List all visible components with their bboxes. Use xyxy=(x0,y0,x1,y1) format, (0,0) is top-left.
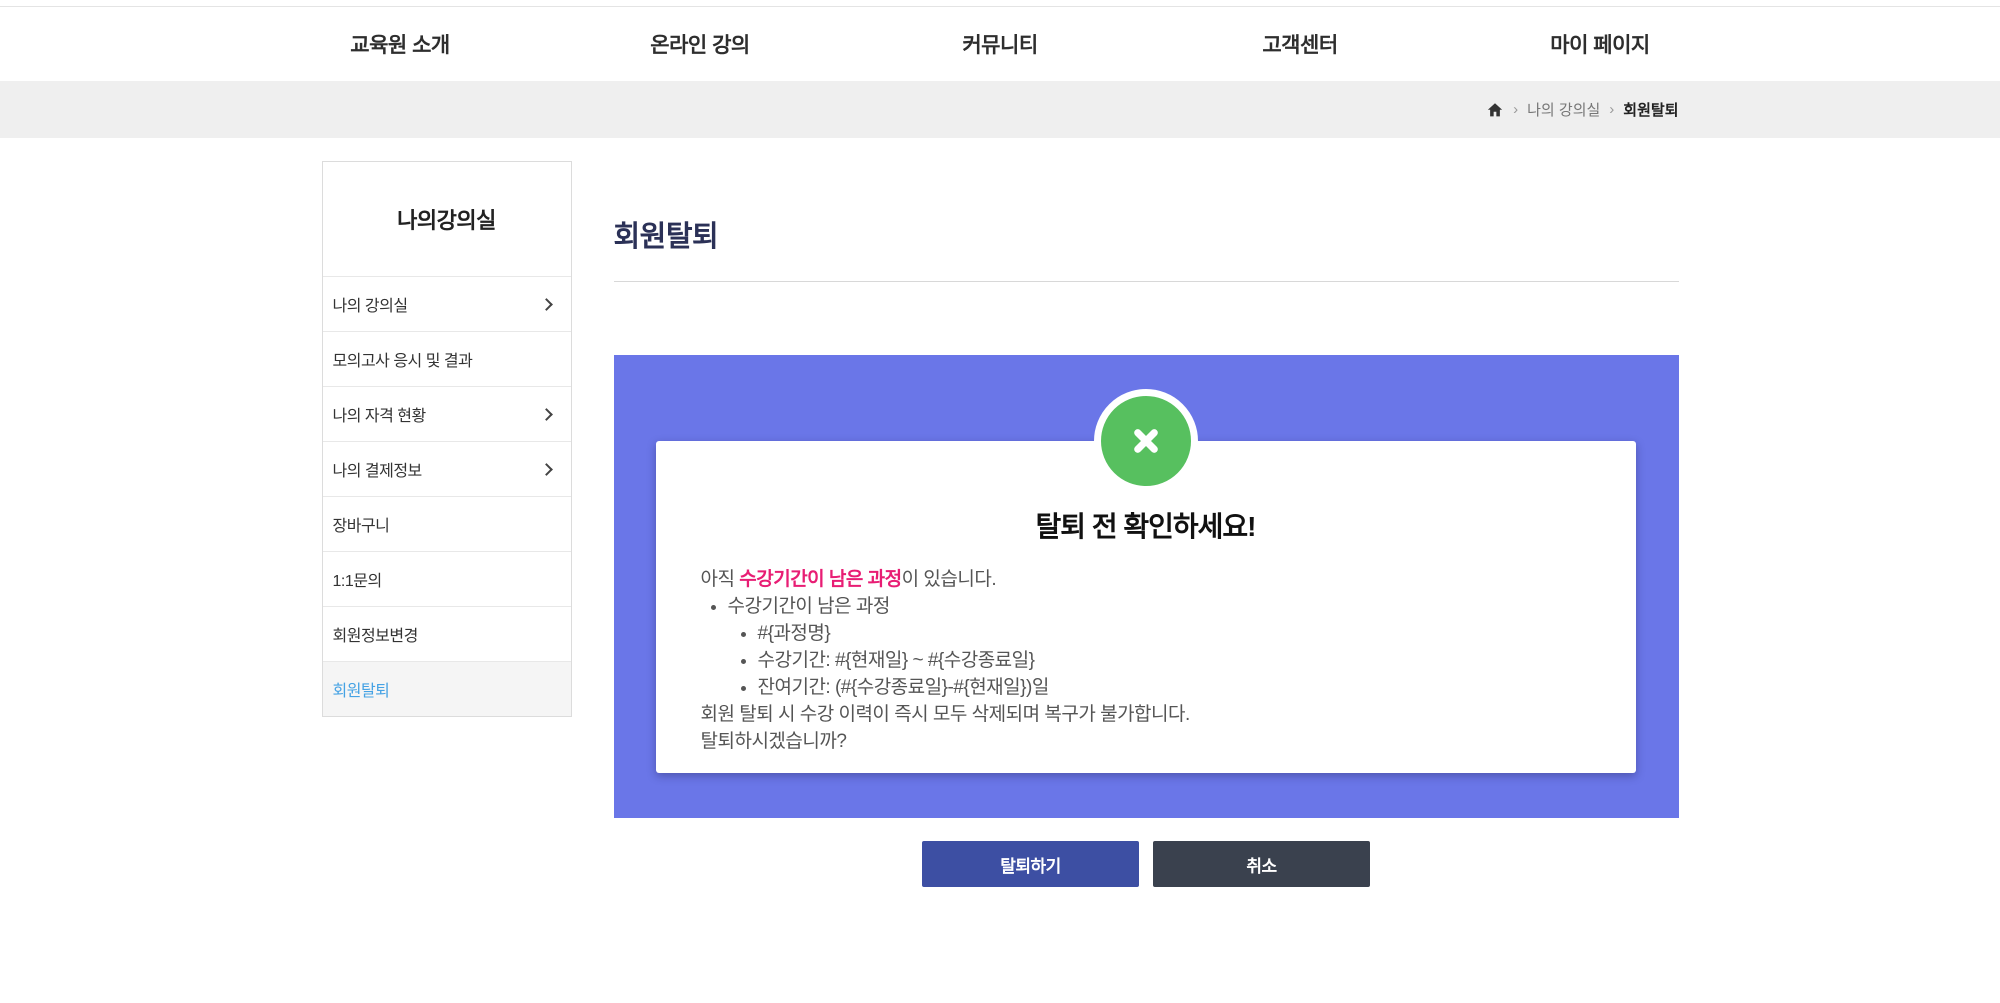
modal-question-line: 탈퇴하시겠습니까? xyxy=(700,731,847,752)
page-title: 회원탈퇴 xyxy=(613,221,719,253)
breadcrumb-item-classroom[interactable]: 나의 강의실 xyxy=(1527,99,1600,120)
chevron-right-icon xyxy=(539,297,553,311)
remaining-course-list-item: 수강기간이 남은 과정 #{과정명}수강기간: #{현재일} ~ #{수강종료일… xyxy=(728,593,1596,701)
sidebar-item-1[interactable]: 모의고사 응시 및 결과 xyxy=(322,331,571,386)
sidebar-item-2[interactable]: 나의 자격 현황 xyxy=(322,386,571,441)
sidebar-item-label: 나의 강의실 xyxy=(332,298,409,315)
modal-body: 아직 수강기간이 남은 과정이 있습니다. 수강기간이 남은 과정 #{과정명}… xyxy=(701,566,1596,755)
nav-item-1[interactable]: 온라인 강의 xyxy=(550,29,850,59)
action-buttons: 탈퇴하기 취소 xyxy=(614,841,1679,887)
nav-item-0[interactable]: 교육원 소개 xyxy=(250,29,550,59)
nav-item-2[interactable]: 커뮤니티 xyxy=(850,29,1150,59)
sidebar-item-label: 장바구니 xyxy=(332,518,390,535)
chevron-right-icon xyxy=(539,462,553,476)
home-icon[interactable] xyxy=(1486,101,1504,119)
withdraw-confirm-panel: 탈퇴 전 확인하세요! 아직 수강기간이 남은 과정이 있습니다. 수강기간이 … xyxy=(613,355,1679,818)
cancel-button[interactable]: 취소 xyxy=(1153,841,1370,887)
chevron-right-icon xyxy=(539,407,553,421)
sidebar-item-label: 회원정보변경 xyxy=(332,628,419,645)
main-navigation: 교육원 소개 온라인 강의 커뮤니티 고객센터 마이 페이지 xyxy=(0,7,2000,81)
sidebar: 나의강의실 나의 강의실모의고사 응시 및 결과나의 자격 현황나의 결제정보장… xyxy=(321,161,572,717)
course-detail-item: 잔여기간: (#{수강종료일}-#{현재일})일 xyxy=(758,674,1596,701)
cancel-x-icon xyxy=(1093,389,1198,493)
remaining-course-highlight: 수강기간이 남은 과정 xyxy=(739,569,902,590)
sidebar-item-label: 회원탈퇴 xyxy=(332,683,390,700)
sidebar-item-label: 모의고사 응시 및 결과 xyxy=(332,353,473,370)
sidebar-item-7[interactable]: 회원탈퇴 xyxy=(322,661,571,716)
course-detail-item: #{과정명} xyxy=(758,620,1596,647)
sidebar-item-3[interactable]: 나의 결제정보 xyxy=(322,441,571,496)
nav-item-3[interactable]: 고객센터 xyxy=(1150,29,1450,59)
sidebar-item-label: 나의 자격 현황 xyxy=(332,408,427,425)
content-area: 나의강의실 나의 강의실모의고사 응시 및 결과나의 자격 현황나의 결제정보장… xyxy=(321,161,1679,887)
sidebar-item-label: 나의 결제정보 xyxy=(332,463,423,480)
sidebar-header: 나의강의실 xyxy=(323,162,571,276)
sidebar-item-5[interactable]: 1:1문의 xyxy=(322,551,571,606)
top-hairline-bar xyxy=(0,0,2000,7)
nav-item-4[interactable]: 마이 페이지 xyxy=(1450,29,1750,59)
withdraw-confirm-modal: 탈퇴 전 확인하세요! 아직 수강기간이 남은 과정이 있습니다. 수강기간이 … xyxy=(655,389,1636,773)
sidebar-item-4[interactable]: 장바구니 xyxy=(322,496,571,551)
remaining-course-list: 수강기간이 남은 과정 #{과정명}수강기간: #{현재일} ~ #{수강종료일… xyxy=(701,593,1596,701)
breadcrumb: › 나의 강의실 › 회원탈퇴 xyxy=(322,81,1679,138)
sidebar-items-container: 나의 강의실모의고사 응시 및 결과나의 자격 현황나의 결제정보장바구니 1:1… xyxy=(322,276,571,716)
nav-items-container: 교육원 소개 온라인 강의 커뮤니티 고객센터 마이 페이지 xyxy=(250,7,1750,81)
sidebar-item-label: 1:1문의 xyxy=(332,573,383,590)
sidebar-item-6[interactable]: 회원정보변경 xyxy=(322,606,571,661)
breadcrumb-item-current: 회원탈퇴 xyxy=(1623,102,1679,119)
course-detail-item: 수강기간: #{현재일} ~ #{수강종료일} xyxy=(758,647,1596,674)
main-panel: 회원탈퇴 탈퇴 전 확인하세요! 아직 수강기간이 남은 과정이 있습니다. 수… xyxy=(613,161,1679,887)
modal-heading: 탈퇴 전 확인하세요! xyxy=(1035,511,1257,542)
course-detail-list: #{과정명}수강기간: #{현재일} ~ #{수강종료일}잔여기간: (#{수강… xyxy=(728,620,1596,701)
sidebar-item-0[interactable]: 나의 강의실 xyxy=(322,276,571,331)
modal-intro-line: 아직 수강기간이 남은 과정이 있습니다. xyxy=(700,569,997,590)
breadcrumb-band: › 나의 강의실 › 회원탈퇴 xyxy=(0,81,2000,138)
breadcrumb-separator-icon: › xyxy=(1609,101,1615,118)
breadcrumb-separator-icon: › xyxy=(1513,101,1519,118)
sidebar-title: 나의강의실 xyxy=(397,208,496,233)
title-divider xyxy=(613,281,1679,282)
withdraw-button[interactable]: 탈퇴하기 xyxy=(922,841,1139,887)
modal-warning-line: 회원 탈퇴 시 수강 이력이 즉시 모두 삭제되며 복구가 불가합니다. xyxy=(700,704,1191,725)
